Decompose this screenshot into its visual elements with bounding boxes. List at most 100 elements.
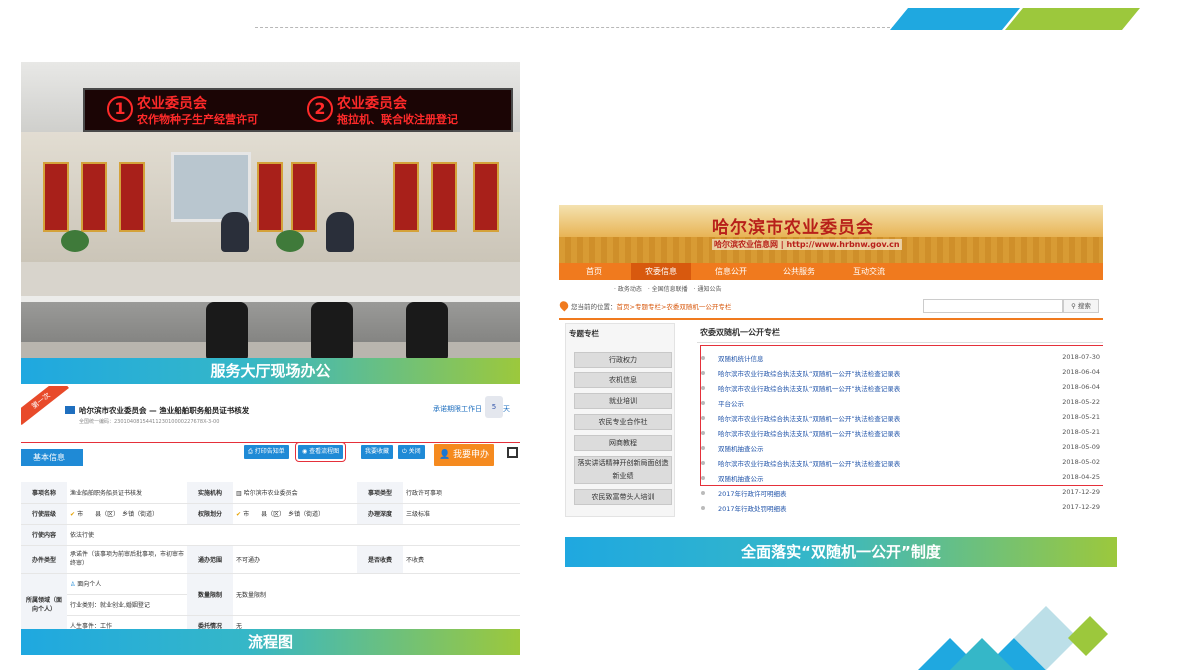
sidebar-item-ecommerce[interactable]: 网商教程	[574, 435, 672, 451]
service-item-page: 第一次 哈尔滨市农业委员会 — 渔业船舶职务船员证书核发 全国统一编码：2301…	[21, 386, 520, 629]
sub-nav[interactable]: · 政务动态 · 全国信息联播 · 通知公告	[614, 284, 721, 293]
view-flowchart-button[interactable]: ◉ 查看流程图	[294, 442, 347, 462]
button-label: 我要申办	[453, 450, 490, 460]
table-row: 事项名称 渔业船舶职务船员证书核发 实施机构 ▥ 哈尔滨市农业委员会 事项类型 …	[21, 482, 520, 504]
print-notice-button[interactable]: ⎙ 打印告知单	[244, 445, 289, 459]
button-label: 查看流程图	[309, 448, 340, 455]
deadline-days: 5	[485, 396, 503, 418]
table-key: 办件类型	[21, 545, 67, 574]
staff-person	[326, 212, 354, 252]
list-item[interactable]: 2017年行政处罚明细表 2017-12-29	[701, 500, 1103, 515]
site-title: 哈尔滨市农业委员会	[712, 218, 874, 238]
nav-item-news[interactable]: 农委信息	[631, 263, 691, 280]
location-pin-icon	[559, 299, 571, 312]
photo-caption: 服务大厅现场办公	[21, 358, 520, 384]
list-item-date: 2017-12-29	[1062, 503, 1100, 511]
tab-basic-info[interactable]: 基本信息	[21, 449, 83, 466]
table-value: 行业类别：就业创业,婚姻登记	[67, 594, 187, 616]
table-value: 行政许可事项	[403, 482, 520, 504]
item-info-table: 事项名称 渔业船舶职务船员证书核发 实施机构 ▥ 哈尔滨市农业委员会 事项类型 …	[21, 482, 520, 629]
pennant	[393, 162, 419, 232]
deadline-label: 承诺期限工作日	[433, 405, 482, 413]
table-key: 实施机构	[187, 482, 233, 504]
close-button[interactable]: ⏻ 关闭	[398, 445, 425, 459]
table-value-text: 市 县（区） 乡镇（街道）	[243, 511, 325, 518]
pennant	[431, 162, 457, 232]
nav-item-home[interactable]: 首页	[564, 263, 624, 280]
search-button[interactable]: ⚲ 搜索	[1063, 299, 1099, 313]
chair	[206, 302, 248, 360]
chair	[311, 302, 353, 360]
nav-item-services[interactable]: 公共服务	[769, 263, 829, 280]
table-value: ✔ 市 县（区） 乡镇（街道）	[233, 503, 357, 525]
table-value: ♙ 面向个人	[67, 573, 187, 595]
sidebar-item-farmer-leaders[interactable]: 农民致富带头人培训	[574, 489, 672, 505]
table-value: 承诺件（该事项为前审后批事项，市初审市终审）	[67, 545, 187, 574]
sidebar-item-training[interactable]: 就业培训	[574, 393, 672, 409]
table-value: ✔ 市 县（区） 乡镇（街道）	[67, 503, 187, 525]
item-title: 哈尔滨市农业委员会 — 渔业船舶职务船员证书核发	[79, 406, 250, 415]
site-banner: 哈尔滨市农业委员会 哈尔滨农业信息网 | http://www.hrbnw.go…	[559, 205, 1103, 263]
led-line: 农业委员会	[137, 96, 207, 112]
sidebar-item-admin-power[interactable]: 行政权力	[574, 352, 672, 368]
table-row: 所属领域（面向个人） ♙ 面向个人 数量限制 无数量限制	[21, 573, 520, 629]
item-code: 全国统一编码：2301040815441123010000227678X-3-0…	[79, 419, 220, 425]
pennant	[81, 162, 107, 232]
sidebar-item-speech-spirit[interactable]: 落实讲话精神开创新局面创造新业绩	[574, 456, 672, 484]
list-item-title[interactable]: 2017年行政许可明细表	[718, 488, 787, 498]
pennant	[119, 162, 145, 232]
pennant	[291, 162, 317, 232]
slide: 1 农业委员会 农作物种子生产经营许可 2 农业委员会 拖拉机、联合收注册登记 …	[0, 0, 1179, 670]
table-row: 办件类型 承诺件（该事项为前审后批事项，市初审市终审） 通办范围 不可通办 是否…	[21, 545, 520, 574]
table-value: 无数量限制	[233, 573, 357, 616]
table-value: ▥ 哈尔滨市农业委员会	[233, 482, 357, 504]
nav-item-interaction[interactable]: 互动交流	[839, 263, 899, 280]
sidebar-item-cooperatives[interactable]: 农民专业合作社	[574, 414, 672, 430]
top-band-green	[1005, 8, 1140, 30]
qr-code-icon[interactable]	[507, 447, 518, 458]
bullet-icon	[701, 506, 705, 510]
table-key: 权限划分	[187, 503, 233, 525]
website-caption: 全面落实“双随机一公开”制度	[565, 537, 1117, 567]
table-key: 行使层级	[21, 503, 67, 525]
pennant	[43, 162, 69, 232]
breadcrumb: 您当前的位置：首页>专题专栏>农委双随机一公开专栏	[571, 301, 731, 311]
table-value: 不可通办	[233, 545, 357, 574]
column-title: 农委双随机一公开专栏	[700, 328, 780, 337]
stack-icon	[65, 406, 75, 414]
table-key: 事项类型	[357, 482, 403, 504]
search-input[interactable]	[923, 299, 1063, 313]
column-title-divider	[697, 342, 1103, 343]
breadcrumb-path[interactable]: 首页>专题专栏>农委双随机一公开专栏	[617, 303, 732, 311]
sidebar-item-machinery[interactable]: 农机信息	[574, 372, 672, 388]
building-icon: ▥	[236, 489, 244, 497]
table-key: 所属领域（面向个人）	[21, 573, 67, 629]
sidebar-title: 专题专栏	[569, 329, 599, 338]
led-sign: 1 农业委员会 农作物种子生产经营许可 2 农业委员会 拖拉机、联合收注册登记	[83, 88, 513, 132]
search-icon: ⚲	[1071, 302, 1078, 310]
nav-item-disclosure[interactable]: 信息公开	[701, 263, 761, 280]
table-key: 数量限制	[187, 573, 233, 616]
list-item[interactable]: 2017年行政许可明细表 2017-12-29	[701, 485, 1103, 500]
button-label: 搜索	[1077, 302, 1091, 310]
corner-decoration	[918, 606, 1108, 670]
table-key: 行使内容	[21, 524, 67, 546]
table-key: 委托情况	[187, 615, 233, 629]
led-line: 农作物种子生产经营许可	[137, 113, 258, 126]
plant	[276, 230, 304, 252]
site-subtitle: 哈尔滨农业信息网 | http://www.hrbnw.gov.cn	[712, 239, 902, 250]
site-nav: 首页 农委信息 信息公开 公共服务 互动交流	[559, 263, 1103, 280]
apply-button[interactable]: 👤 我要申办	[434, 444, 494, 466]
button-label: 关闭	[408, 448, 421, 455]
table-value: 三级标准	[403, 503, 520, 525]
table-value-text: 市 县（区） 乡镇（街道）	[77, 511, 159, 518]
plant	[61, 230, 89, 252]
user-icon: 👤	[438, 450, 454, 460]
table-value: 渔业船舶职务船员证书核发	[67, 482, 187, 504]
table-value: 依法行使	[67, 524, 520, 546]
favorite-button[interactable]: 我要收藏	[361, 445, 394, 459]
content-divider	[559, 318, 1103, 320]
list-item-title[interactable]: 2017年行政处罚明细表	[718, 503, 787, 513]
printer-icon: ⎙	[248, 448, 255, 455]
top-band-blue	[890, 8, 1020, 30]
